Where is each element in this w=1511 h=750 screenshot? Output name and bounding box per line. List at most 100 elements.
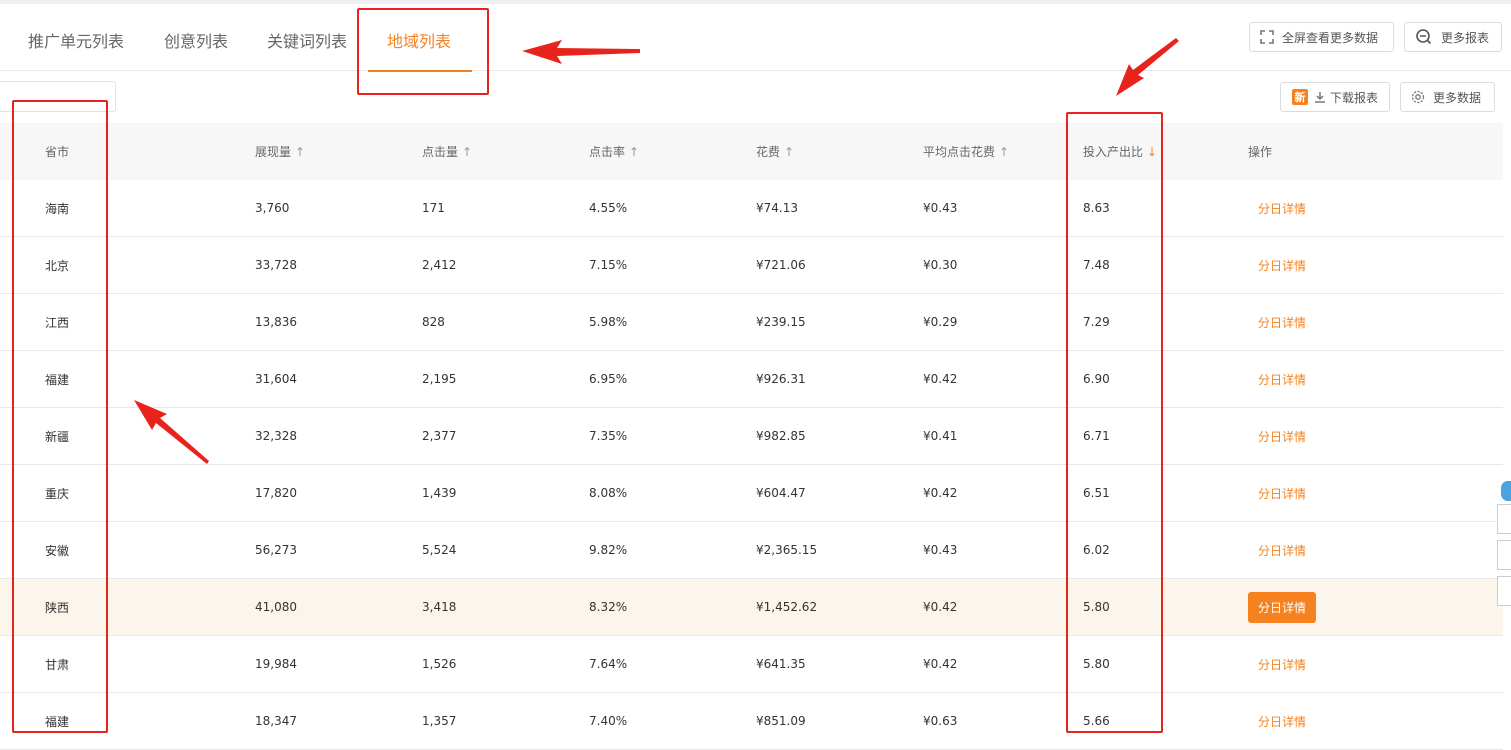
clicks-cell: 2,195 — [422, 350, 589, 408]
ctr-cell: 7.15% — [589, 236, 756, 294]
impressions-cell: 3,760 — [255, 180, 422, 237]
table-row: 重庆 17,820 1,439 8.08% ¥604.47 ¥0.42 6.51 分日详情 — [0, 464, 1503, 522]
fullscreen-label: 全屏查看更多数据 — [1282, 30, 1379, 45]
daily-details-button[interactable]: 分日详情 — [1258, 373, 1306, 387]
table-row: 海南 3,760 171 4.55% ¥74.13 ¥0.43 8.63 分日详情 — [0, 180, 1503, 237]
header-ctr[interactable]: 点击率 ↑ — [589, 123, 756, 180]
cpc-cell: ¥0.43 — [923, 521, 1083, 579]
table-row: 福建 31,604 2,195 6.95% ¥926.31 ¥0.42 6.90 分日详情 — [0, 350, 1503, 408]
sort-arrow-icon[interactable]: ↑ — [462, 145, 472, 159]
cpc-cell: ¥0.63 — [923, 692, 1083, 750]
action-cell: 分日详情 — [1248, 578, 1503, 636]
annotation-box-tab — [357, 8, 489, 95]
side-tool-button[interactable] — [1497, 504, 1511, 534]
tab-ad-units[interactable]: 推广单元列表 — [28, 28, 124, 52]
table-row: 甘肃 19,984 1,526 7.64% ¥641.35 ¥0.42 5.80 分日详情 — [0, 635, 1503, 693]
header-cpc[interactable]: 平均点击花费 ↑ — [923, 123, 1083, 180]
sort-arrow-icon[interactable]: ↑ — [629, 145, 639, 159]
daily-details-button[interactable]: 分日详情 — [1258, 202, 1306, 216]
action-cell: 分日详情 — [1248, 692, 1503, 750]
impressions-cell: 33,728 — [255, 236, 422, 294]
ctr-cell: 6.95% — [589, 350, 756, 408]
cost-cell: ¥74.13 — [756, 180, 923, 237]
ctr-cell: 4.55% — [589, 180, 756, 237]
impressions-cell: 17,820 — [255, 464, 422, 522]
cost-cell: ¥239.15 — [756, 293, 923, 351]
cost-cell: ¥982.85 — [756, 407, 923, 465]
download-report-button[interactable]: 新 下载报表 — [1280, 82, 1390, 112]
action-cell: 分日详情 — [1248, 236, 1503, 294]
cpc-cell: ¥0.42 — [923, 578, 1083, 636]
cost-cell: ¥851.09 — [756, 692, 923, 750]
table-row: 北京 33,728 2,412 7.15% ¥721.06 ¥0.30 7.48 分日详情 — [0, 236, 1503, 294]
more-reports-button[interactable]: 更多报表 — [1404, 22, 1502, 52]
impressions-cell: 56,273 — [255, 521, 422, 579]
daily-details-button[interactable]: 分日详情 — [1258, 544, 1306, 558]
tab-bar: 推广单元列表 创意列表 关键词列表 地域列表 全屏查看更多数据 更多报表 — [0, 4, 1511, 72]
cpc-cell: ¥0.30 — [923, 236, 1083, 294]
clicks-cell: 3,418 — [422, 578, 589, 636]
region-table: 省市 展现量 ↑ 点击量 ↑ 点击率 ↑ 花费 ↑ 平均点击花费 ↑ 投入产出比 ↓ 操作 … — [0, 123, 1503, 750]
table-header-row: 省市 展现量 ↑ 点击量 ↑ 点击率 ↑ 花费 ↑ 平均点击花费 ↑ 投入产出比 ↓ 操作 — [0, 123, 1503, 180]
cpc-cell: ¥0.42 — [923, 464, 1083, 522]
side-tool-button[interactable] — [1497, 576, 1511, 606]
report-search-icon — [1415, 28, 1433, 46]
cpc-cell: ¥0.29 — [923, 293, 1083, 351]
ctr-cell: 5.98% — [589, 293, 756, 351]
sort-arrow-icon[interactable]: ↑ — [295, 145, 305, 159]
daily-details-button[interactable]: 分日详情 — [1258, 430, 1306, 444]
impressions-cell: 13,836 — [255, 293, 422, 351]
daily-details-button[interactable]: 分日详情 — [1258, 316, 1306, 330]
daily-details-button[interactable]: 分日详情 — [1258, 487, 1306, 501]
table-row: 江西 13,836 828 5.98% ¥239.15 ¥0.29 7.29 分日详情 — [0, 293, 1503, 351]
clicks-cell: 2,412 — [422, 236, 589, 294]
cost-cell: ¥641.35 — [756, 635, 923, 693]
impressions-cell: 41,080 — [255, 578, 422, 636]
cost-cell: ¥2,365.15 — [756, 521, 923, 579]
download-icon — [1314, 91, 1326, 103]
impressions-cell: 18,347 — [255, 692, 422, 750]
tab-creatives[interactable]: 创意列表 — [164, 28, 228, 52]
more-data-button[interactable]: 更多数据 — [1400, 82, 1495, 112]
action-cell: 分日详情 — [1248, 635, 1503, 693]
clicks-cell: 5,524 — [422, 521, 589, 579]
daily-details-button[interactable]: 分日详情 — [1258, 658, 1306, 672]
clicks-cell: 1,526 — [422, 635, 589, 693]
new-badge: 新 — [1292, 89, 1308, 105]
cpc-cell: ¥0.43 — [923, 180, 1083, 237]
header-clicks[interactable]: 点击量 ↑ — [422, 123, 589, 180]
clicks-cell: 828 — [422, 293, 589, 351]
header-cost[interactable]: 花费 ↑ — [756, 123, 923, 180]
table-row: 陕西 41,080 3,418 8.32% ¥1,452.62 ¥0.42 5.80 分日详情 — [0, 578, 1503, 636]
header-impressions[interactable]: 展现量 ↑ — [255, 123, 422, 180]
daily-details-button[interactable]: 分日详情 — [1258, 259, 1306, 273]
clicks-cell: 2,377 — [422, 407, 589, 465]
action-cell: 分日详情 — [1248, 464, 1503, 522]
action-cell: 分日详情 — [1248, 180, 1503, 237]
tab-keywords[interactable]: 关键词列表 — [267, 28, 347, 52]
more-reports-label: 更多报表 — [1441, 30, 1490, 45]
sort-arrow-icon[interactable]: ↑ — [784, 145, 794, 159]
ctr-cell: 7.35% — [589, 407, 756, 465]
cost-cell: ¥721.06 — [756, 236, 923, 294]
action-cell: 分日详情 — [1248, 521, 1503, 579]
daily-details-button[interactable]: 分日详情 — [1258, 715, 1306, 729]
download-report-label: 下载报表 — [1330, 90, 1379, 105]
fullscreen-button[interactable]: 全屏查看更多数据 — [1249, 22, 1394, 52]
table-row: 福建 18,347 1,357 7.40% ¥851.09 ¥0.63 5.66 分日详情 — [0, 692, 1503, 750]
cost-cell: ¥604.47 — [756, 464, 923, 522]
expand-icon — [1260, 30, 1274, 44]
daily-details-button[interactable]: 分日详情 — [1248, 591, 1317, 623]
gear-icon — [1411, 90, 1425, 104]
impressions-cell: 31,604 — [255, 350, 422, 408]
ctr-cell: 9.82% — [589, 521, 756, 579]
cpc-cell: ¥0.42 — [923, 350, 1083, 408]
header-actions: 操作 — [1248, 123, 1503, 180]
cost-cell: ¥926.31 — [756, 350, 923, 408]
clicks-cell: 1,439 — [422, 464, 589, 522]
action-cell: 分日详情 — [1248, 350, 1503, 408]
cpc-cell: ¥0.41 — [923, 407, 1083, 465]
sort-arrow-icon[interactable]: ↑ — [999, 145, 1009, 159]
clicks-cell: 171 — [422, 180, 589, 237]
side-tool-button[interactable] — [1497, 540, 1511, 570]
